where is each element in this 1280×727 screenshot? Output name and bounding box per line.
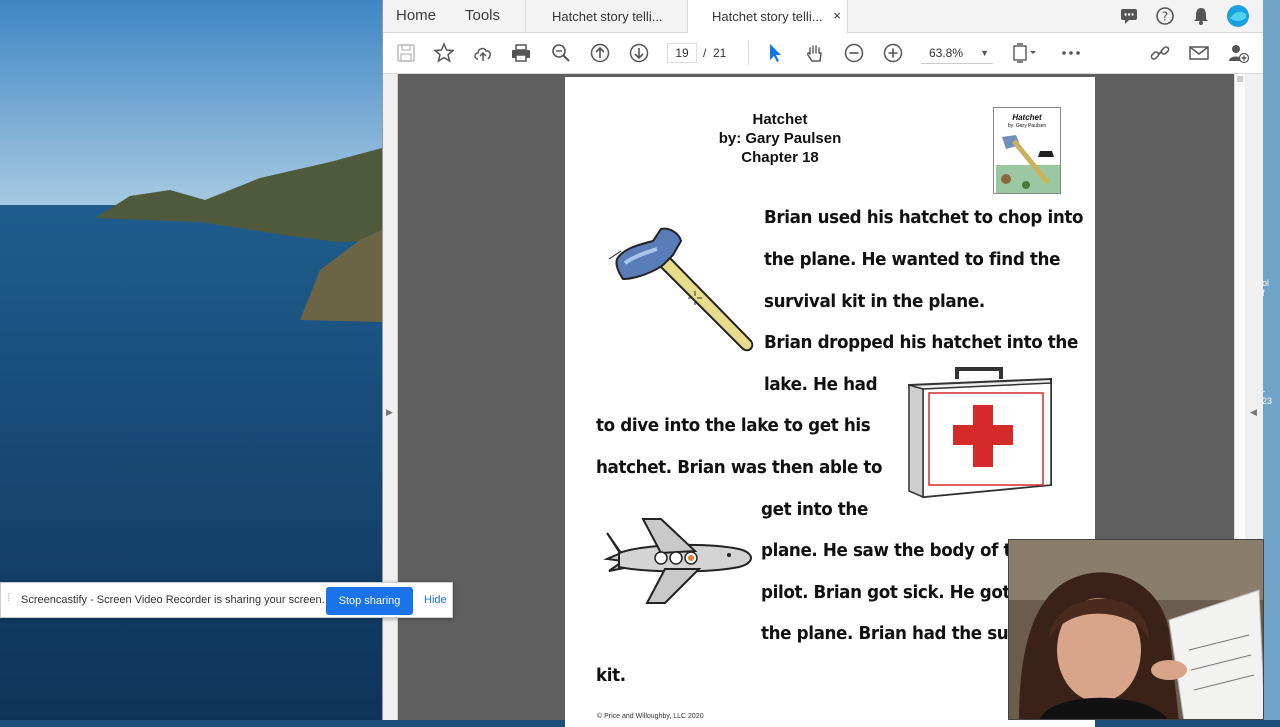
zoom-in-icon[interactable] bbox=[882, 42, 904, 64]
star-bookmark-icon[interactable] bbox=[433, 42, 455, 64]
zoom-level-value: 63.8% bbox=[929, 46, 964, 60]
page-number-input[interactable]: 19 bbox=[667, 43, 697, 63]
tab-tools[interactable]: Tools bbox=[465, 7, 500, 24]
hatchet-icon bbox=[608, 227, 754, 352]
select-cursor-icon[interactable] bbox=[764, 42, 786, 64]
user-avatar-icon[interactable] bbox=[1226, 4, 1250, 28]
email-icon[interactable] bbox=[1188, 42, 1210, 64]
stop-sharing-button[interactable]: Stop sharing bbox=[326, 587, 413, 615]
toolbar: 19 / 21 63.8% ▼ bbox=[383, 33, 1263, 74]
tab-divider bbox=[847, 0, 848, 33]
notifications-bell-icon[interactable] bbox=[1191, 6, 1211, 26]
chevron-down-icon: ▼ bbox=[980, 48, 989, 58]
tab-bar: Home Tools Hatchet story telli... Hatche… bbox=[383, 0, 1263, 33]
toolbar-divider bbox=[748, 41, 749, 65]
story-line-1: Brian used his hatchet to chop into bbox=[764, 207, 1084, 228]
tab-document-2-label: Hatchet story telli... bbox=[712, 9, 823, 24]
next-page-icon[interactable] bbox=[628, 42, 650, 64]
doc-title: Hatchet bbox=[752, 111, 808, 128]
story-line-12: kit. bbox=[596, 665, 626, 686]
expand-right-arrow-icon[interactable]: ◀ bbox=[1250, 407, 1257, 418]
first-aid-kit-icon bbox=[907, 367, 1052, 499]
story-line-5: lake. He had bbox=[764, 374, 878, 395]
drag-handle-icon[interactable]: ⁞ bbox=[7, 593, 10, 604]
tab-document-2[interactable]: Hatchet story telli... × bbox=[687, 0, 847, 33]
more-options-icon[interactable] bbox=[1060, 42, 1082, 64]
page-fit-icon[interactable] bbox=[1011, 42, 1039, 64]
left-panel-toggle[interactable]: ▶ bbox=[383, 74, 398, 720]
webcam-video-image bbox=[1009, 540, 1263, 719]
book-cover-image: Hatchet by: Gary Paulsen bbox=[993, 107, 1061, 194]
story-line-4: Brian dropped his hatchet into the bbox=[764, 332, 1078, 353]
story-line-7: hatchet. Brian was then able to bbox=[596, 457, 883, 478]
tab-document-1-label: Hatchet story telli... bbox=[552, 9, 663, 24]
page-separator: / bbox=[703, 46, 707, 60]
crosshair-cursor-icon bbox=[688, 291, 702, 305]
help-icon[interactable]: ? bbox=[1155, 6, 1175, 26]
webcam-overlay bbox=[1008, 539, 1264, 720]
story-line-2: the plane. He wanted to find the bbox=[764, 249, 1061, 270]
airplane-icon bbox=[603, 518, 752, 604]
hand-tool-icon[interactable] bbox=[804, 42, 826, 64]
upload-cloud-icon[interactable] bbox=[472, 42, 494, 64]
expand-left-arrow-icon[interactable]: ▶ bbox=[386, 407, 393, 418]
story-line-6: to dive into the lake to get his bbox=[596, 415, 871, 436]
side-window-text-1: ol f bbox=[1262, 278, 1270, 298]
close-tab-icon[interactable]: × bbox=[833, 8, 841, 23]
vertical-scrollbar[interactable] bbox=[1234, 74, 1245, 544]
share-link-icon[interactable] bbox=[1149, 42, 1171, 64]
copyright-footer: © Price and Willoughby, LLC 2020 bbox=[597, 713, 704, 720]
zoom-search-icon[interactable] bbox=[550, 42, 572, 64]
tab-document-1[interactable]: Hatchet story telli... bbox=[525, 0, 687, 33]
page-total: 21 bbox=[713, 46, 727, 60]
cover-author: by: Gary Paulsen bbox=[1007, 123, 1047, 129]
save-icon[interactable] bbox=[395, 42, 417, 64]
cover-illustration bbox=[996, 135, 1060, 193]
side-window-text-2: - 23 bbox=[1262, 386, 1273, 406]
previous-page-icon[interactable] bbox=[589, 42, 611, 64]
print-icon[interactable] bbox=[510, 42, 532, 64]
scrollbar-thumb[interactable] bbox=[1237, 76, 1243, 82]
cover-title: Hatchet bbox=[1012, 113, 1042, 122]
svg-text:?: ? bbox=[1162, 10, 1168, 24]
zoom-out-icon[interactable] bbox=[843, 42, 865, 64]
tab-home[interactable]: Home bbox=[396, 7, 436, 24]
zoom-level-select[interactable]: 63.8% ▼ bbox=[921, 43, 993, 64]
comments-icon[interactable] bbox=[1119, 6, 1139, 26]
sharing-message: Screencastify - Screen Video Recorder is… bbox=[21, 594, 325, 606]
story-line-8: get into the bbox=[761, 499, 868, 520]
add-user-icon[interactable] bbox=[1227, 42, 1249, 64]
hide-button[interactable]: Hide bbox=[424, 594, 447, 606]
story-line-3: survival kit in the plane. bbox=[764, 291, 985, 312]
doc-author: by: Gary Paulsen bbox=[718, 130, 842, 147]
doc-chapter: Chapter 18 bbox=[741, 149, 819, 166]
screen-sharing-bar: ⁞ Screencastify - Screen Video Recorder … bbox=[0, 582, 453, 618]
